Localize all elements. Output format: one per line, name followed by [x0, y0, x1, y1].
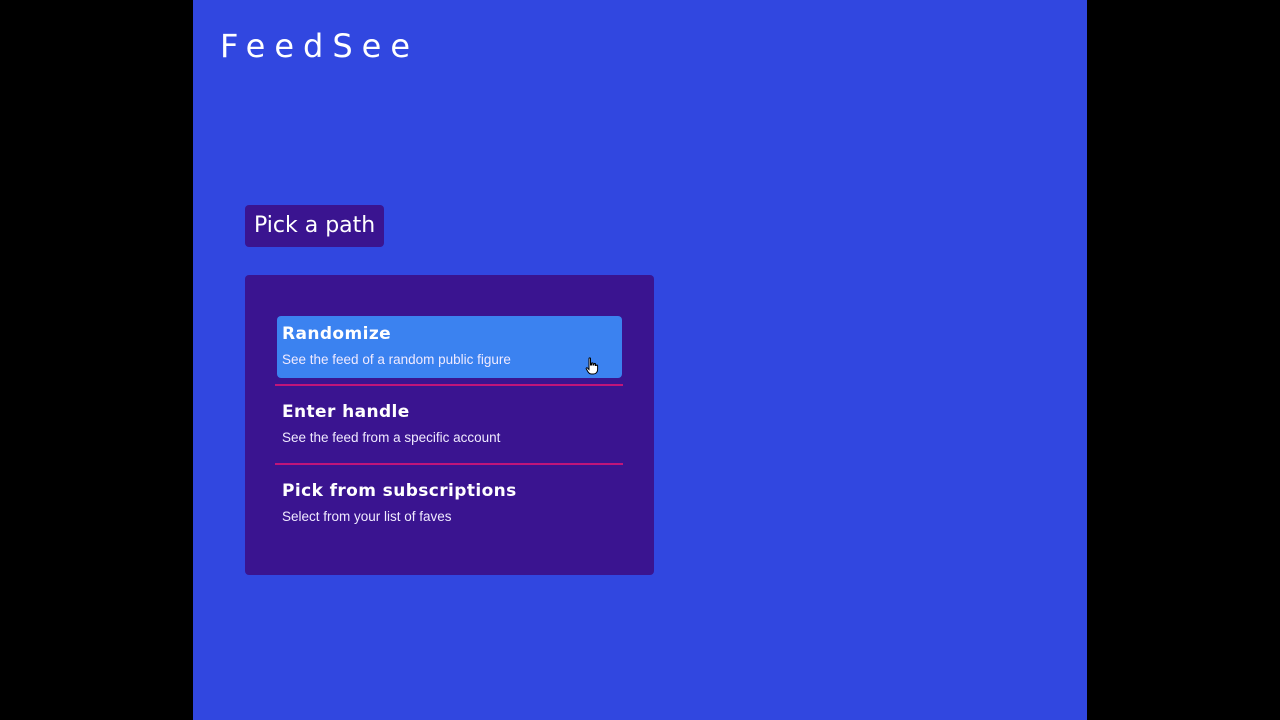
option-subscriptions-title: Pick from subscriptions	[282, 481, 517, 501]
path-options-panel: Randomize See the feed of a random publi…	[245, 275, 654, 575]
option-randomize-title: Randomize	[282, 324, 392, 344]
hand-pointer-cursor-icon	[585, 357, 599, 375]
page-title: Pick a path	[245, 205, 385, 247]
option-subscriptions-subtitle: Select from your list of faves	[282, 509, 452, 524]
option-divider	[275, 384, 623, 386]
app-logo: FeedSee	[220, 27, 420, 65]
option-randomize-subtitle: See the feed of a random public figure	[282, 352, 511, 367]
option-divider	[275, 463, 623, 465]
option-randomize[interactable]: Randomize See the feed of a random publi…	[277, 316, 622, 378]
option-enter-handle-subtitle: See the feed from a specific account	[282, 430, 501, 445]
option-enter-handle[interactable]: Enter handle See the feed from a specifi…	[277, 394, 622, 456]
option-enter-handle-title: Enter handle	[282, 402, 410, 422]
option-pick-from-subscriptions[interactable]: Pick from subscriptions Select from your…	[277, 473, 622, 535]
